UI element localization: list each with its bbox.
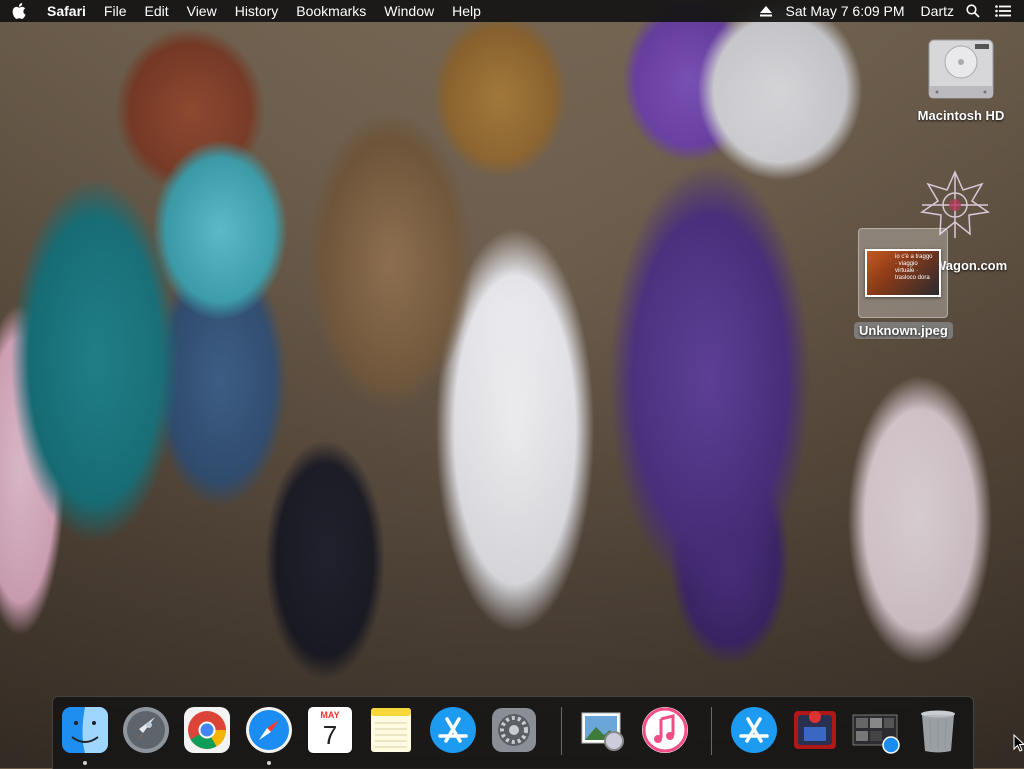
photo-booth-icon: [794, 711, 836, 749]
user-menu[interactable]: Dartz: [913, 0, 962, 22]
dock-item-photo-booth[interactable]: [790, 705, 840, 755]
screenshots-folder-icon: [852, 714, 900, 754]
dock-item-system-preferences[interactable]: [489, 705, 539, 755]
dock-item-notes[interactable]: [366, 705, 416, 755]
menu-help[interactable]: Help: [443, 0, 490, 22]
calendar-month: MAY: [320, 710, 340, 720]
apple-icon[interactable]: [0, 0, 38, 22]
running-indicator: [83, 761, 87, 765]
dock-separator: [711, 707, 712, 755]
eject-icon[interactable]: [755, 0, 777, 22]
menu-file[interactable]: File: [95, 0, 136, 22]
desktop-icon-label: Macintosh HD: [917, 108, 1005, 123]
spotlight-search-icon[interactable]: [962, 0, 984, 22]
system-preferences-icon: [492, 708, 536, 752]
mouse-cursor: [1013, 734, 1024, 752]
finder-icon: [62, 707, 108, 753]
chrome-icon: [184, 707, 230, 753]
thumbnail-caption: io c'è a traggo · viaggio virtuale · tra…: [895, 254, 933, 281]
menu-bar: Safari File Edit View History Bookmarks …: [0, 0, 1024, 22]
dock-item-calendar[interactable]: MAY 7: [305, 705, 355, 755]
image-thumbnail: io c'è a traggo · viaggio virtuale · tra…: [865, 249, 941, 297]
running-indicator: [267, 761, 271, 765]
app-store-icon: [430, 707, 476, 753]
dock-item-app-store-downloads[interactable]: [729, 705, 779, 755]
dock-item-chrome[interactable]: [182, 705, 232, 755]
menu-bookmarks[interactable]: Bookmarks: [287, 0, 375, 22]
launchpad-icon: [123, 707, 169, 753]
menu-window[interactable]: Window: [375, 0, 443, 22]
calendar-icon: MAY 7: [308, 707, 352, 753]
clock[interactable]: Sat May 7 6:09 PM: [777, 0, 912, 22]
dock-item-preview[interactable]: [578, 705, 628, 755]
safari-icon: [246, 707, 292, 753]
desktop-icon-macintosh-hd[interactable]: Macintosh HD: [906, 34, 1016, 123]
dock-item-itunes[interactable]: [640, 705, 690, 755]
desktop-icon-unknown-jpeg[interactable]: io c'è a traggo · viaggio virtuale · tra…: [854, 228, 953, 339]
notification-center-icon[interactable]: [992, 0, 1014, 22]
menu-view[interactable]: View: [178, 0, 226, 22]
hard-drive-icon: [925, 34, 997, 106]
app-store-folder-icon: [731, 707, 777, 753]
preview-icon: [581, 712, 624, 751]
image-file-icon: io c'è a traggo · viaggio virtuale · tra…: [858, 228, 948, 318]
dock: MAY 7: [52, 696, 974, 769]
dock-item-launchpad[interactable]: [121, 705, 171, 755]
dock-item-finder[interactable]: [60, 705, 110, 755]
dock-separator: [561, 707, 562, 755]
dock-item-safari[interactable]: [244, 705, 294, 755]
desktop-wallpaper: [0, 0, 1024, 768]
app-menu-safari[interactable]: Safari: [38, 0, 95, 22]
dock-item-trash[interactable]: [913, 705, 963, 755]
dock-item-app-store[interactable]: [428, 705, 478, 755]
calendar-day: 7: [322, 720, 338, 750]
trash-icon: [921, 710, 955, 753]
menu-history[interactable]: History: [226, 0, 288, 22]
itunes-icon: [642, 707, 688, 753]
desktop-icon-label: Unknown.jpeg: [854, 322, 953, 339]
dock-item-screenshots[interactable]: [851, 705, 901, 755]
notes-icon: [371, 708, 411, 752]
menu-edit[interactable]: Edit: [135, 0, 177, 22]
